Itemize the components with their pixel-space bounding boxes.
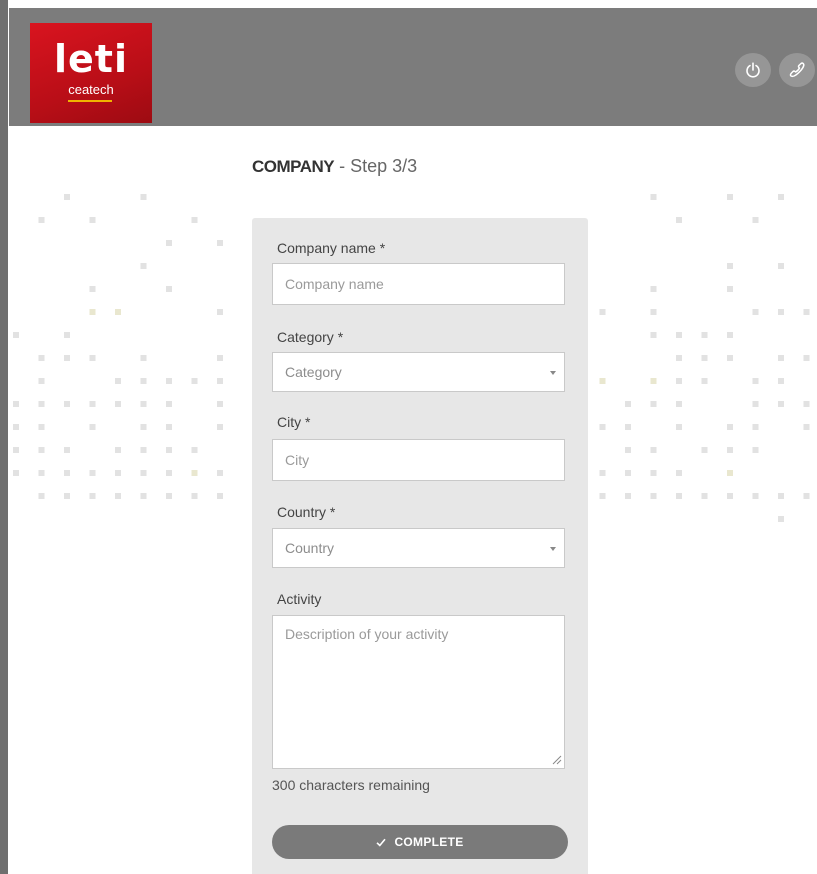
category-select[interactable]: Category (272, 352, 565, 392)
logout-button[interactable] (735, 53, 771, 87)
category-label: Category * (277, 329, 344, 345)
country-select[interactable]: Country (272, 528, 565, 568)
title-step: - Step 3/3 (334, 156, 418, 176)
city-input[interactable] (272, 439, 565, 481)
contact-button[interactable] (779, 53, 815, 87)
activity-textarea[interactable] (272, 615, 565, 769)
category-selected-value: Category (285, 364, 342, 380)
window-left-edge (0, 0, 8, 874)
app-header: leti ceatech (9, 8, 817, 126)
leti-logo[interactable]: leti ceatech (30, 23, 152, 123)
logo-sub-text: ceatech (68, 82, 114, 97)
power-icon (746, 62, 760, 78)
company-form: Company name * Category * Category City … (252, 218, 588, 874)
company-name-input[interactable] (272, 263, 565, 305)
complete-label: COMPLETE (394, 835, 464, 849)
logo-underline (68, 100, 112, 102)
country-selected-value: Country (285, 540, 335, 556)
complete-button[interactable]: COMPLETE (272, 825, 568, 859)
company-name-label: Company name * (277, 240, 386, 256)
title-section: COMPANY (252, 157, 335, 176)
page-title: COMPANY - Step 3/3 (252, 156, 417, 177)
chevron-down-icon (550, 547, 556, 551)
logo-main-text: leti (54, 37, 128, 81)
resize-handle-icon[interactable] (552, 755, 562, 765)
check-icon (376, 838, 387, 847)
characters-remaining: 300 characters remaining (272, 777, 430, 793)
window-top-edge (0, 0, 817, 7)
city-label: City * (277, 414, 311, 430)
activity-label: Activity (277, 591, 322, 607)
phone-icon (789, 62, 805, 78)
country-label: Country * (277, 504, 336, 520)
chevron-down-icon (550, 371, 556, 375)
